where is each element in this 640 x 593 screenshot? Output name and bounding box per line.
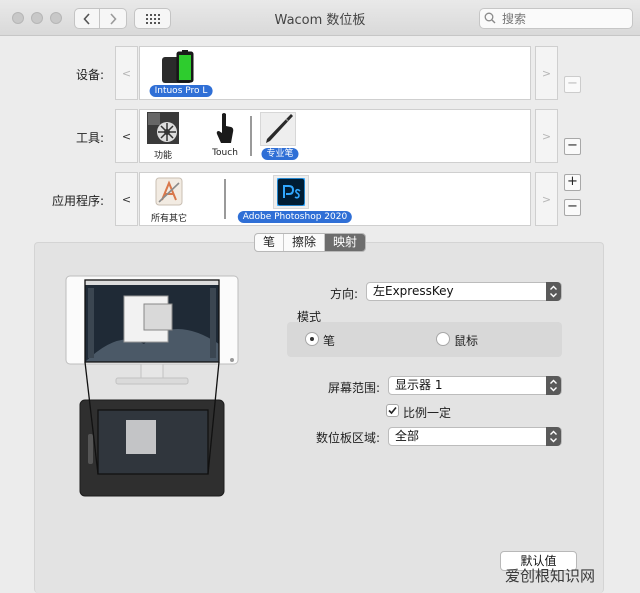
tab-bar: 笔 擦除 映射 — [254, 233, 367, 252]
orientation-select[interactable]: 左ExpressKey — [366, 282, 562, 301]
tablet-area-label: 数位板区域: — [315, 431, 380, 445]
remove-device-button[interactable]: − — [564, 76, 581, 93]
devices-scroll-right[interactable]: > — [535, 46, 558, 100]
mode-mouse-radio[interactable] — [436, 332, 450, 346]
mapping-preview — [65, 275, 239, 497]
tools-divider — [250, 116, 252, 156]
tab-mapping[interactable]: 映射 — [325, 234, 366, 251]
search-input[interactable] — [479, 8, 633, 29]
tablet-battery-icon — [162, 50, 194, 83]
screen-area-value: 显示器 1 — [395, 378, 443, 392]
watermark-text: 爱创根知识网 — [505, 567, 596, 585]
touch-hand-icon — [216, 113, 234, 143]
device-item-label: Intuos Pro L — [149, 85, 213, 97]
remove-tool-button[interactable]: − — [564, 138, 581, 155]
tools-scroll-right[interactable]: > — [535, 109, 558, 163]
apps-divider — [224, 179, 226, 219]
apps-scroll-left[interactable]: < — [115, 172, 138, 226]
app-item-adobe-photoshop[interactable]: Adobe Photoshop 2020 — [230, 175, 360, 225]
back-button[interactable] — [74, 8, 100, 29]
tools-label: 工具: — [75, 131, 104, 145]
chevron-left-icon — [83, 12, 90, 25]
tool-item-functions[interactable]: 功能 — [144, 112, 182, 162]
screen-area-label: 屏幕范围: — [327, 381, 380, 395]
screen-area-select[interactable]: 显示器 1 — [388, 376, 562, 395]
tool-item-label: Touch — [212, 148, 238, 158]
apps-list: 所有其它 Adobe Photoshop 2020 — [139, 172, 531, 226]
tool-item-touch[interactable]: Touch — [206, 112, 244, 162]
tool-item-pro-pen[interactable]: 专业笔 — [256, 112, 304, 162]
updown-arrows-icon — [546, 282, 561, 301]
expresskey-radial-icon — [147, 112, 179, 144]
close-window-button[interactable] — [12, 12, 24, 24]
minimize-window-button[interactable] — [31, 12, 43, 24]
title-bar: Wacom 数位板 — [0, 0, 640, 36]
devices-label: 设备: — [75, 68, 104, 82]
tool-item-label: 功能 — [153, 151, 173, 161]
tablet-area-value: 全部 — [395, 429, 420, 443]
tools-scroll-left[interactable]: < — [115, 109, 138, 163]
tool-item-label: 专业笔 — [261, 148, 299, 160]
app-item-all-others[interactable]: 所有其它 — [144, 175, 194, 225]
zoom-window-button[interactable] — [50, 12, 62, 24]
tab-pen[interactable]: 笔 — [255, 234, 285, 251]
applications-folder-icon — [155, 177, 183, 206]
mode-pen-label: 笔 — [323, 334, 336, 348]
orientation-value: 左ExpressKey — [373, 284, 454, 298]
app-item-label: Adobe Photoshop 2020 — [237, 211, 353, 223]
proportional-checkbox[interactable] — [386, 404, 399, 417]
app-item-label: 所有其它 — [150, 214, 188, 224]
apps-scroll-right[interactable]: > — [535, 172, 558, 226]
updown-arrows-icon — [546, 376, 561, 395]
chevron-right-icon — [110, 12, 117, 25]
tablet-area-select[interactable]: 全部 — [388, 427, 562, 446]
apps-strip: < 所有其它 Adobe Photoshop 2020 > — [115, 172, 558, 226]
show-all-button[interactable] — [134, 8, 171, 29]
photoshop-icon — [277, 178, 305, 206]
updown-arrows-icon — [546, 427, 561, 446]
remove-app-button[interactable]: − — [564, 199, 581, 216]
grid-icon — [145, 13, 160, 24]
mode-pen-radio[interactable] — [305, 332, 319, 346]
forward-button[interactable] — [100, 8, 127, 29]
apps-label: 应用程序: — [51, 194, 104, 208]
tools-strip: < 功能 Touch 专业笔 > — [115, 109, 558, 163]
pen-icon — [266, 114, 293, 143]
proportional-label: 比例一定 — [403, 406, 452, 420]
checkmark-icon — [388, 406, 397, 415]
mode-mouse-label: 鼠标 — [454, 334, 479, 348]
devices-list: Intuos Pro L — [139, 46, 531, 100]
device-item-intuos-pro-l[interactable]: Intuos Pro L — [146, 49, 216, 99]
search-icon — [484, 12, 496, 24]
tools-list: 功能 Touch 专业笔 — [139, 109, 531, 163]
orientation-label: 方向: — [329, 287, 358, 301]
devices-scroll-left[interactable]: < — [115, 46, 138, 100]
devices-strip: < Intuos Pro L > — [115, 46, 558, 100]
tab-eraser[interactable]: 擦除 — [284, 234, 326, 251]
add-app-button[interactable]: + — [564, 174, 581, 191]
